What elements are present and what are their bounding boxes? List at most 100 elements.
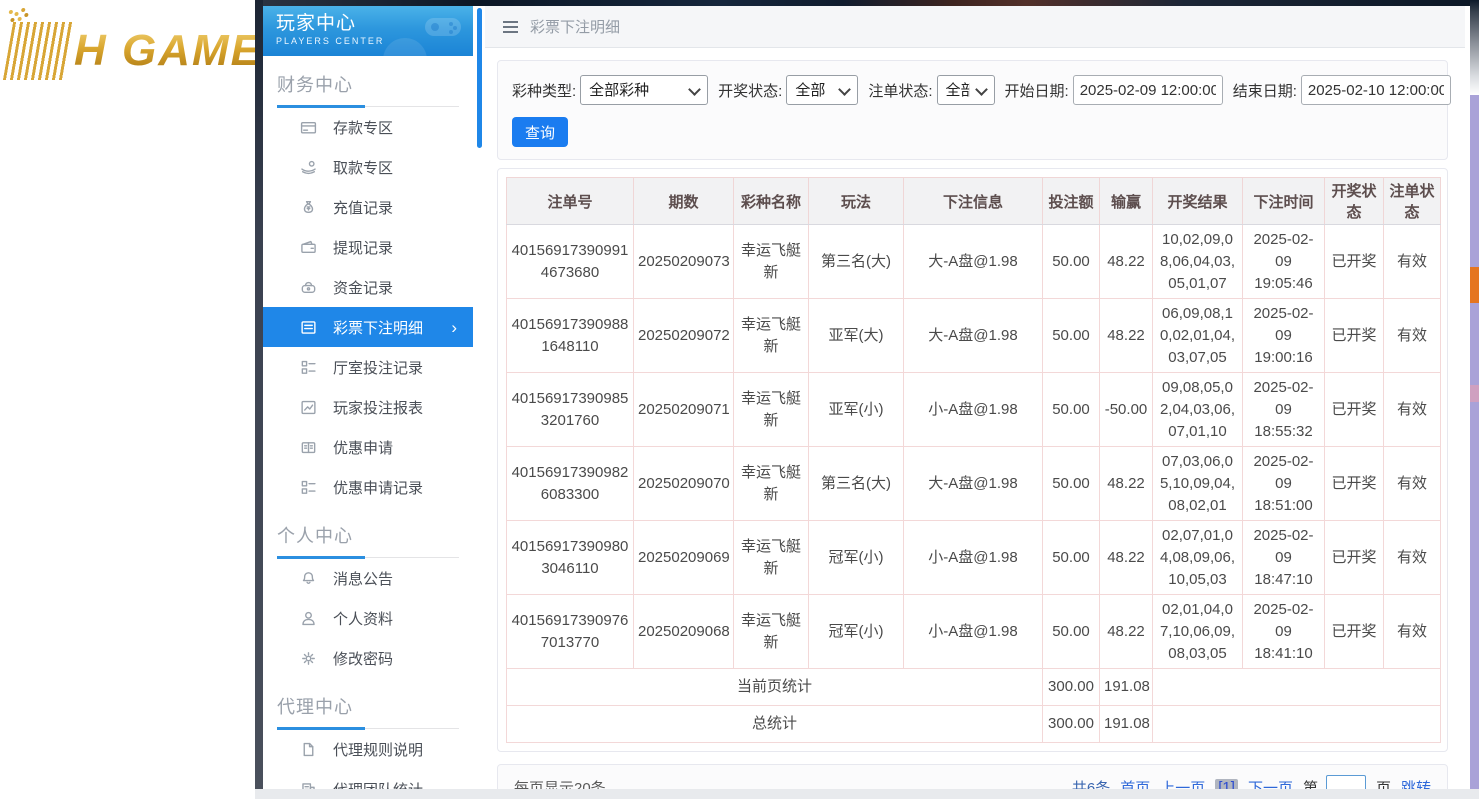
table-cell: 有效 [1384,225,1441,299]
table-cell: 已开奖 [1325,595,1384,669]
order-status-select[interactable]: 全部 [937,75,995,105]
table-cell: 第三名(大) [809,225,904,299]
column-header: 下注信息 [904,178,1043,225]
sidebar-item-lottery-bet-details[interactable]: 彩票下注明细› [263,307,473,347]
document-icon [300,741,317,758]
table-cell: 48.22 [1100,521,1153,595]
summary-empty [1153,669,1441,706]
filter-panel: 彩种类型: 全部彩种 开奖状态: 全部 注单状态: 全部 开始日期: 结束日期:… [497,60,1448,160]
table-cell: 2025-02-09 18:51:00 [1243,447,1325,521]
section-label: 财务中心 [277,71,459,107]
sidebar-item-withdrawal-records[interactable]: 提现记录 [263,227,473,267]
table-cell: 已开奖 [1325,299,1384,373]
chart-icon [300,399,317,416]
table-cell: 有效 [1384,447,1441,521]
column-header: 玩法 [809,178,904,225]
checklist-icon [300,359,317,376]
sidebar-item-label: 代理规则说明 [333,739,423,760]
table-cell: 有效 [1384,299,1441,373]
table-cell: 幸运飞艇新 [734,521,809,595]
table-cell: 第三名(大) [809,447,904,521]
page-title: 彩票下注明细 [530,16,620,37]
summary-row: 总统计300.00191.08 [507,706,1441,743]
left-dark-banner [255,0,263,799]
table-cell: 大-A盘@1.98 [904,299,1043,373]
table-cell: 有效 [1384,373,1441,447]
table-cell: 2025-02-09 19:00:16 [1243,299,1325,373]
table-cell: 401569173909853201760 [507,373,634,447]
start-date-input[interactable] [1073,75,1223,105]
main-content: 彩票下注明细 彩种类型: 全部彩种 开奖状态: 全部 注单状态: 全部 开始日期… [485,6,1465,789]
table-row: 40156917390988164811020250209072幸运飞艇新亚军(… [507,299,1441,373]
end-date-label: 结束日期: [1233,80,1297,101]
table-cell: 10,02,09,08,06,04,03,05,01,07 [1153,225,1243,299]
sidebar-header: 玩家中心 PLAYERS CENTER [263,6,473,56]
sidebar-item-promo-apply-records[interactable]: 优惠申请记录 [263,467,473,507]
sidebar-item-label: 充值记录 [333,197,393,218]
summary-empty [1153,706,1441,743]
table-cell: 50.00 [1043,373,1100,447]
table-cell: 大-A盘@1.98 [904,225,1043,299]
table-cell: 已开奖 [1325,447,1384,521]
sidebar-item-withdraw-zone[interactable]: 取款专区 [263,147,473,187]
sidebar-item-promo-apply[interactable]: 优惠申请 [263,427,473,467]
table-cell: 2025-02-09 18:55:32 [1243,373,1325,447]
sidebar-item-hall-bet-records[interactable]: 厅室投注记录 [263,347,473,387]
bet-table: 注单号期数彩种名称玩法下注信息投注额输赢开奖结果下注时间开奖状态注单状态 401… [506,177,1441,743]
sidebar-item-label: 玩家投注报表 [333,397,423,418]
table-cell: 20250209068 [634,595,734,669]
table-cell: 06,09,08,10,02,01,04,03,07,05 [1153,299,1243,373]
sidebar-item-label: 存款专区 [333,117,393,138]
coupon-icon [300,439,317,456]
column-header: 投注额 [1043,178,1100,225]
summary-label: 当前页统计 [507,669,1043,706]
table-cell: 20250209069 [634,521,734,595]
draw-status-label: 开奖状态: [718,80,782,101]
sidebar-item-funds-records[interactable]: 资金记录 [263,267,473,307]
sidebar-item-deposit-zone[interactable]: 存款专区 [263,107,473,147]
table-cell: 有效 [1384,595,1441,669]
hamburger-menu-icon[interactable] [503,26,518,28]
table-cell: 50.00 [1043,299,1100,373]
sidebar-item-personal-profile[interactable]: 个人资料 [263,598,473,638]
table-cell: 冠军(小) [809,595,904,669]
table-cell: 48.22 [1100,299,1153,373]
table-cell: 50.00 [1043,595,1100,669]
sidebar-item-message-announcements[interactable]: 消息公告 [263,558,473,598]
sidebar-item-agent-rules[interactable]: 代理规则说明 [263,729,473,769]
page-scrollbar-marker-pink [1470,385,1479,402]
topbar: 彩票下注明细 [485,6,1465,48]
table-cell: 20250209073 [634,225,734,299]
table-row: 40156917390982608330020250209070幸运飞艇新第三名… [507,447,1441,521]
draw-status-select[interactable]: 全部 [786,75,858,105]
sidebar-item-label: 优惠申请记录 [333,477,423,498]
sidebar-scrollbar[interactable] [477,8,482,148]
table-cell: 幸运飞艇新 [734,373,809,447]
page-scrollbar-track[interactable] [1470,95,1479,789]
table-cell: 48.22 [1100,225,1153,299]
logo-pane: H GAME [0,0,255,799]
table-cell: 50.00 [1043,447,1100,521]
table-cell: 幸运飞艇新 [734,595,809,669]
table-cell: 401569173909881648110 [507,299,634,373]
lottery-type-select[interactable]: 全部彩种 [580,75,708,105]
table-cell: 小-A盘@1.98 [904,595,1043,669]
start-date-label: 开始日期: [1005,80,1069,101]
table-cell: 亚军(大) [809,299,904,373]
chevron-right-icon: › [451,319,457,336]
table-cell: 02,07,01,04,08,09,06,10,05,03 [1153,521,1243,595]
sidebar-item-player-bet-report[interactable]: 玩家投注报表 [263,387,473,427]
sidebar-item-recharge-records[interactable]: 充值记录 [263,187,473,227]
gear-icon [300,650,317,667]
search-button[interactable]: 查询 [512,117,568,147]
table-cell: -50.00 [1100,373,1153,447]
sidebar-item-change-password[interactable]: 修改密码 [263,638,473,678]
bet-table-panel: 注单号期数彩种名称玩法下注信息投注额输赢开奖结果下注时间开奖状态注单状态 401… [497,168,1448,752]
sidebar-item-label: 个人资料 [333,608,393,629]
checklist-icon [300,479,317,496]
page-scrollbar[interactable] [1470,0,1479,799]
column-header: 开奖结果 [1153,178,1243,225]
table-cell: 48.22 [1100,595,1153,669]
end-date-input[interactable] [1301,75,1451,105]
sidebar-item-label: 提现记录 [333,237,393,258]
